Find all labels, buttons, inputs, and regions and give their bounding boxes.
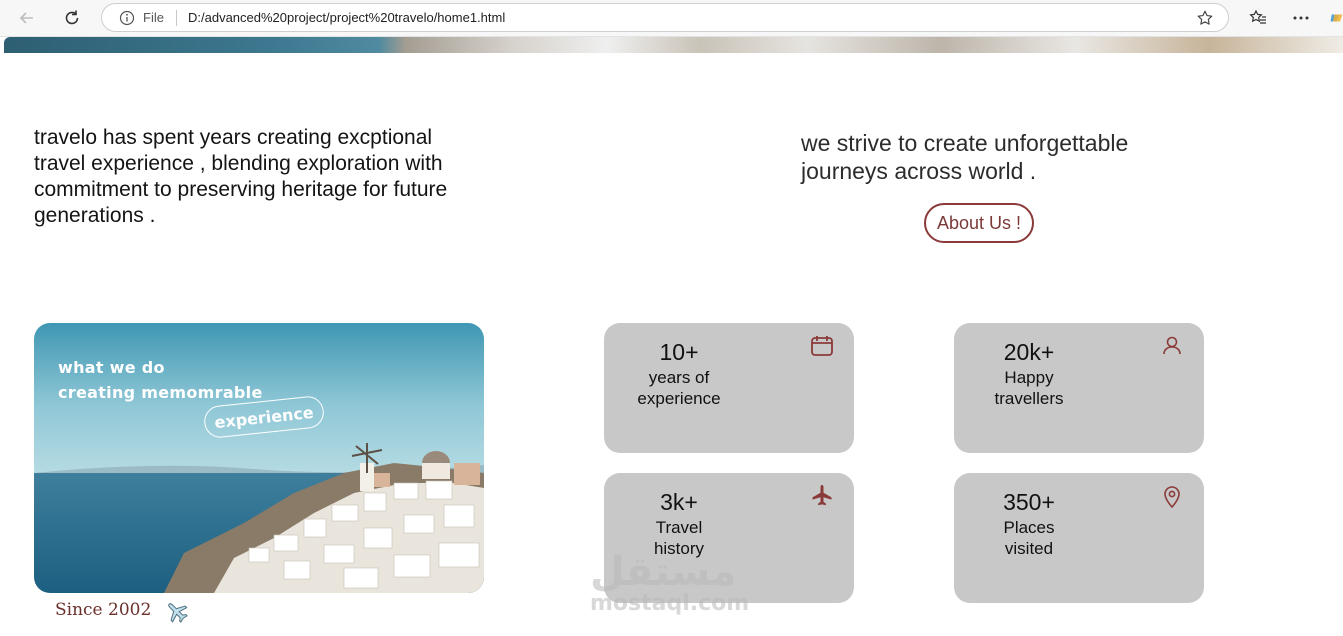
- reload-icon[interactable]: [60, 6, 84, 30]
- stat-card-travellers: 20k+ Happy travellers: [954, 323, 1204, 453]
- stat-label: Places visited: [1003, 518, 1055, 558]
- info-icon[interactable]: [119, 10, 135, 26]
- stat-label: years of experience: [637, 368, 721, 408]
- santorini-photo: what we do creating memomrable experienc…: [34, 323, 484, 593]
- copilot-icon[interactable]: [1330, 7, 1343, 29]
- stat-label: Happy travellers: [994, 368, 1064, 408]
- address-divider: [176, 10, 177, 26]
- address-bar[interactable]: File D:/advanced%20project/project%20tra…: [101, 3, 1229, 32]
- about-us-button[interactable]: About Us !: [924, 203, 1034, 243]
- stat-value: 10+: [659, 339, 699, 365]
- browser-toolbar: File D:/advanced%20project/project%20tra…: [0, 0, 1343, 37]
- favorites-icon[interactable]: [1247, 7, 1269, 29]
- user-icon: [1163, 336, 1181, 355]
- back-icon[interactable]: [15, 6, 39, 30]
- location-pin-icon: [1164, 486, 1180, 509]
- url-text[interactable]: D:/advanced%20project/project%20travelo/…: [188, 10, 505, 25]
- airplane-icon: [168, 603, 188, 623]
- stat-card-years: 10+ years of experience: [604, 323, 854, 453]
- watermark-domain: mostaql.com: [590, 591, 750, 616]
- url-scheme-label: File: [143, 10, 164, 25]
- intro-paragraph: travelo has spent years creating excptio…: [34, 126, 448, 227]
- star-icon[interactable]: [1196, 9, 1214, 27]
- stat-value: 20k+: [1003, 339, 1055, 365]
- more-icon[interactable]: [1290, 7, 1312, 29]
- since-label: Since 2002: [55, 600, 152, 620]
- stat-card-places: 350+ Places visited: [954, 473, 1204, 603]
- hero-image-strip: [4, 37, 1343, 53]
- mission-statement: we strive to create unforgettable journe…: [801, 130, 1129, 184]
- stat-value: 350+: [1003, 489, 1055, 515]
- photo-caption-line1: what we do: [58, 358, 165, 377]
- watermark-arabic: مستقل: [590, 549, 737, 595]
- airplane-icon: [812, 485, 832, 506]
- calendar-icon: [811, 336, 833, 356]
- watermark: مستقل mostaql.com: [590, 552, 760, 622]
- stat-value: 3k+: [660, 489, 698, 515]
- photo-caption-line2: creating memomrable: [58, 383, 263, 402]
